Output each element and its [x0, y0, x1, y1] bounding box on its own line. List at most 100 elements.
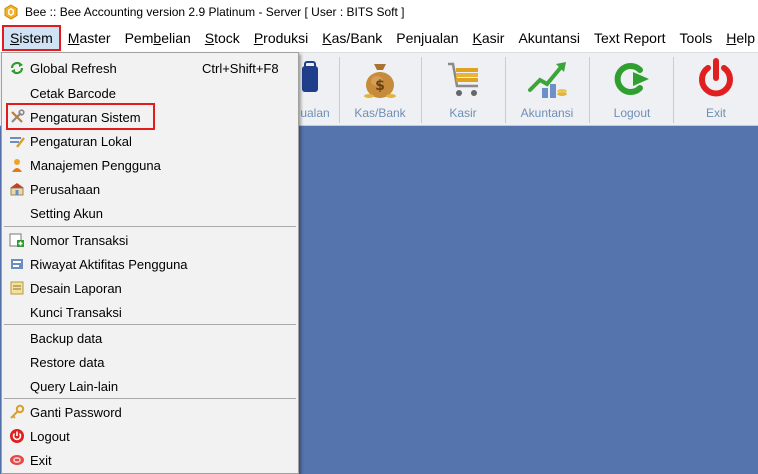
- menu-item-cetak-barcode[interactable]: Cetak Barcode: [4, 81, 296, 105]
- menu-accelerator-letter: S: [10, 30, 20, 46]
- menu-accelerator-letter: K: [322, 30, 332, 46]
- menu-sistem[interactable]: Sistem: [2, 25, 61, 51]
- toolbar-button-exit[interactable]: Exit: [676, 55, 756, 125]
- toolbar-label-exit: Exit: [705, 106, 726, 120]
- menu-item-label: Cetak Barcode: [30, 85, 116, 101]
- menu-item-query-lain-lain[interactable]: Query Lain-lain: [4, 374, 296, 398]
- toolbar-button-logout[interactable]: Logout: [592, 55, 672, 125]
- menu-label-part: Pen: [396, 30, 422, 46]
- power-icon: [699, 58, 733, 97]
- menu-stock[interactable]: Stock: [198, 25, 247, 51]
- menu-item-label: Desain Laporan: [30, 280, 122, 296]
- menu-label-part: Text Report: [593, 30, 666, 46]
- money-bag-icon: $: [364, 64, 396, 98]
- menu-accelerator-letter: S: [204, 30, 215, 46]
- toolbar-separator: [421, 57, 422, 123]
- menu-label-part: as/Bank: [331, 30, 383, 46]
- menu-master[interactable]: Master: [61, 25, 118, 51]
- menu-item-shortcut: Ctrl+Shift+F8: [202, 60, 279, 76]
- menu-item-perusahaan[interactable]: Perusahaan: [4, 177, 296, 201]
- toolbar-label-akuntansi: Akuntansi: [520, 106, 574, 120]
- add-number-icon: [9, 232, 25, 248]
- menu-label-part: elian: [161, 30, 191, 46]
- menu-item-label: Pengaturan Lokal: [30, 133, 132, 149]
- svg-text:$: $: [375, 78, 385, 94]
- menu-separator: [4, 398, 296, 399]
- cart-icon: [448, 62, 478, 96]
- menu-item-pengaturan-lokal[interactable]: Pengaturan Lokal: [4, 129, 296, 153]
- menu-item-label: Riwayat Aktifitas Pengguna: [30, 256, 188, 272]
- menu-kas-bank[interactable]: Kas/Bank: [315, 25, 389, 51]
- menu-accelerator-letter: K: [472, 30, 482, 46]
- chart-coins-icon: [528, 62, 567, 98]
- menu-bar: Sistem Master Pembelian Stock Produksi Kas/Ba…: [0, 24, 758, 52]
- menu-accelerator-letter: H: [726, 30, 737, 46]
- menu-item-label: Kunci Transaksi: [30, 304, 122, 320]
- menu-item-logout[interactable]: Logout: [4, 424, 296, 448]
- logout-arrow-icon: [614, 63, 649, 95]
- logout-icon: [9, 428, 25, 444]
- menu-separator: [4, 226, 296, 227]
- menu-label-part: aster: [79, 30, 111, 46]
- menu-item-label: Manajemen Pengguna: [30, 157, 161, 173]
- menu-help[interactable]: Help: [719, 25, 758, 51]
- menu-item-kunci-transaksi[interactable]: Kunci Transaksi: [4, 300, 296, 324]
- menu-label-part: Akuntansi: [518, 30, 580, 46]
- menu-label-part: asir: [481, 30, 505, 46]
- menu-label-part: Pem: [124, 30, 154, 46]
- menu-item-label: Ganti Password: [30, 404, 122, 420]
- menu-label-part: elp: [736, 30, 756, 46]
- menu-item-desain-laporan[interactable]: Desain Laporan: [4, 276, 296, 300]
- toolbar-separator: [673, 57, 674, 123]
- toolbar-label-penjualan: ualan: [300, 106, 330, 120]
- menu-akuntansi[interactable]: Akuntansi: [511, 25, 586, 51]
- menu-label-part: Tools: [679, 30, 713, 46]
- toolbar-button-kasir[interactable]: Kasir: [423, 55, 503, 125]
- toolbar-label-logout: Logout: [613, 106, 651, 120]
- menu-item-label: Query Lain-lain: [30, 378, 119, 394]
- menu-text-report[interactable]: Text Report: [587, 25, 673, 51]
- sistem-dropdown-menu: Global Refresh Ctrl+Shift+F8 Cetak Barco…: [1, 52, 299, 474]
- menu-penjualan[interactable]: Penjualan: [389, 25, 465, 51]
- toolbar-button-kas-bank[interactable]: $ Kas/Bank: [340, 55, 420, 125]
- menu-label-part: ualan: [424, 30, 459, 46]
- menu-label-part: istem: [19, 30, 53, 46]
- menu-kasir[interactable]: Kasir: [466, 25, 512, 51]
- menu-item-label: Restore data: [30, 354, 105, 370]
- toolbar-label-kasir: Kasir: [449, 106, 477, 120]
- toolbar-button-akuntansi[interactable]: Akuntansi: [507, 55, 587, 125]
- menu-pembelian[interactable]: Pembelian: [118, 25, 198, 51]
- company-icon: [9, 181, 25, 197]
- user-icon: [9, 157, 25, 173]
- menu-item-label: Nomor Transaksi: [30, 232, 129, 248]
- menu-item-restore-data[interactable]: Restore data: [4, 350, 296, 374]
- title-bar: Bee :: Bee Accounting version 2.9 Platin…: [0, 0, 758, 24]
- toolbar-separator: [505, 57, 506, 123]
- key-icon: [9, 404, 25, 420]
- menu-item-global-refresh[interactable]: Global Refresh Ctrl+Shift+F8: [4, 56, 296, 80]
- menu-item-manajemen-pengguna[interactable]: Manajemen Pengguna: [4, 153, 296, 177]
- menu-tools[interactable]: Tools: [673, 25, 720, 51]
- refresh-icon: [9, 60, 25, 76]
- exit-icon: [9, 452, 25, 468]
- menu-item-nomor-transaksi[interactable]: Nomor Transaksi: [4, 228, 296, 252]
- menu-item-label: Setting Akun: [30, 205, 103, 221]
- menu-item-label: Perusahaan: [30, 181, 101, 197]
- menu-item-label: Backup data: [30, 330, 103, 346]
- menu-item-riwayat-aktifitas-pengguna[interactable]: Riwayat Aktifitas Pengguna: [4, 252, 296, 276]
- menu-item-label: Logout: [30, 428, 70, 444]
- menu-produksi[interactable]: Produksi: [247, 25, 315, 51]
- menu-item-label: Exit: [30, 452, 52, 468]
- highlight-box-pengaturan-sistem: [6, 103, 155, 130]
- menu-label-part: roduksi: [263, 30, 309, 46]
- menu-accelerator-letter: P: [253, 30, 264, 46]
- menu-item-setting-akun[interactable]: Setting Akun: [4, 201, 296, 225]
- menu-item-exit[interactable]: Exit: [4, 448, 296, 472]
- menu-separator: [4, 324, 296, 325]
- window-title: Bee :: Bee Accounting version 2.9 Platin…: [25, 5, 405, 19]
- menu-accelerator-letter: M: [67, 30, 80, 46]
- edit-settings-icon: [9, 133, 25, 149]
- menu-item-ganti-password[interactable]: Ganti Password: [4, 400, 296, 424]
- menu-item-backup-data[interactable]: Backup data: [4, 326, 296, 350]
- menu-item-label: Global Refresh: [30, 60, 117, 76]
